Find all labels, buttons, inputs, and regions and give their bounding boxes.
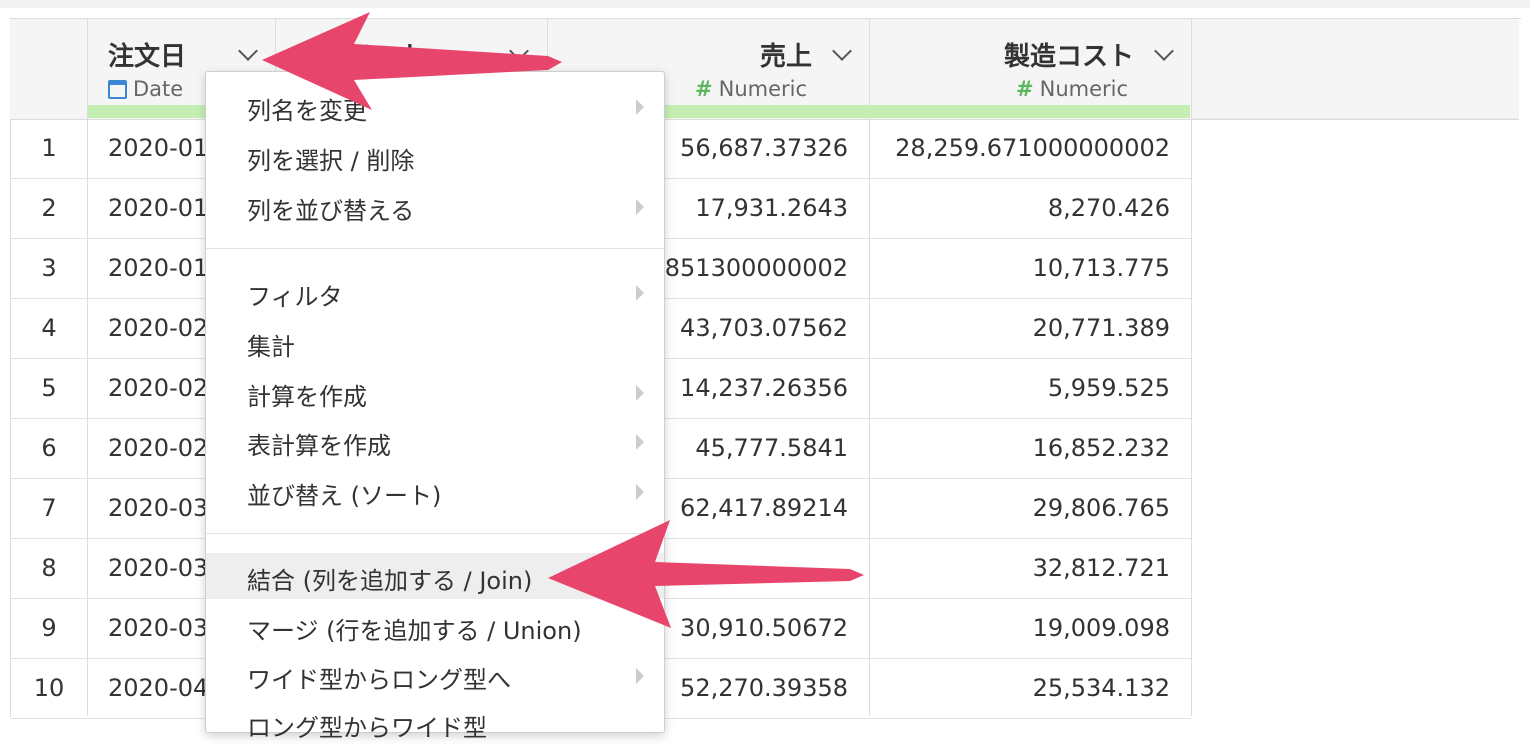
submenu-arrow-icon (636, 99, 644, 115)
menu-item-wide-to-long[interactable]: ワイド型からロング型へ (206, 652, 664, 698)
column-divider (87, 19, 88, 716)
row-number[interactable]: 5 (11, 374, 87, 402)
menu-item-sort[interactable]: 並び替え (ソート) (206, 468, 664, 514)
column-divider (869, 19, 870, 716)
menu-separator (206, 533, 664, 534)
submenu-arrow-icon (636, 199, 644, 215)
cell-cost[interactable]: 19,009.098 (880, 614, 1170, 642)
column-type: Date (108, 77, 183, 101)
row-number[interactable]: 1 (11, 134, 87, 162)
top-strip (0, 0, 1530, 8)
column-name: セグメント (296, 42, 427, 72)
submenu-arrow-icon (636, 434, 644, 450)
cell-order-date[interactable]: 2020-04 (108, 674, 208, 702)
menu-item-join[interactable]: 結合 (列を追加する / Join) (206, 553, 664, 599)
cell-cost[interactable]: 29,806.765 (880, 494, 1170, 522)
cell-order-date[interactable]: 2020-03 (108, 494, 208, 522)
menu-item-long-to-wide[interactable]: ロング型からワイド型 (206, 700, 664, 746)
numeric-icon: # (695, 77, 713, 101)
cell-cost[interactable]: 16,852.232 (880, 434, 1170, 462)
row-number[interactable]: 4 (11, 314, 87, 342)
row-number[interactable]: 2 (11, 194, 87, 222)
column-divider (1191, 19, 1192, 716)
submenu-arrow-icon (636, 484, 644, 500)
cell-cost[interactable]: 20,771.389 (880, 314, 1170, 342)
submenu-arrow-icon (636, 668, 644, 684)
cell-cost[interactable]: 5,959.525 (880, 374, 1170, 402)
cell-order-date[interactable]: 2020-01 (108, 134, 208, 162)
numeric-icon: # (1016, 77, 1034, 101)
cell-cost[interactable]: 32,812.721 (880, 554, 1170, 582)
header-bottom-border (1191, 118, 1519, 119)
column-name: 製造コスト (1003, 42, 1134, 72)
submenu-arrow-icon (636, 285, 644, 301)
row-number[interactable]: 3 (11, 254, 87, 282)
column-type: # Numeric (1016, 77, 1129, 101)
menu-item-create-table-calculation[interactable]: 表計算を作成 (206, 418, 664, 464)
cell-order-date[interactable]: 2020-03 (108, 554, 208, 582)
menu-item-aggregate[interactable]: 集計 (206, 319, 664, 365)
row-number[interactable]: 7 (11, 494, 87, 522)
menu-item-create-calculation[interactable]: 計算を作成 (206, 369, 664, 415)
cell-order-date[interactable]: 2020-02 (108, 374, 208, 402)
row-number[interactable]: 10 (11, 674, 87, 702)
cell-cost[interactable]: 25,534.132 (880, 674, 1170, 702)
cell-order-date[interactable]: 2020-02 (108, 314, 208, 342)
cell-order-date[interactable]: 2020-03 (108, 614, 208, 642)
menu-item-select-delete[interactable]: 列を選択 / 削除 (206, 133, 664, 179)
menu-item-reorder-columns[interactable]: 列を並び替える (206, 183, 664, 229)
cell-cost[interactable]: 10,713.775 (880, 254, 1170, 282)
cell-order-date[interactable]: 2020-02 (108, 434, 208, 462)
cell-order-date[interactable]: 2020-01 (108, 254, 208, 282)
menu-separator (206, 248, 664, 249)
row-number[interactable]: 6 (11, 434, 87, 462)
column-context-menu: 列名を変更 列を選択 / 削除 列を並び替える フィルタ 集計 計算を作成 表計… (205, 71, 665, 742)
column-name: 注文日 (108, 42, 187, 72)
menu-item-rename-column[interactable]: 列名を変更 (206, 83, 664, 129)
cell-order-date[interactable]: 2020-01 (108, 194, 208, 222)
submenu-arrow-icon (636, 385, 644, 401)
menu-item-filter[interactable]: フィルタ (206, 269, 664, 315)
cell-cost[interactable]: 28,259.671000000002 (880, 134, 1170, 162)
row-number[interactable]: 9 (11, 614, 87, 642)
row-number[interactable]: 8 (11, 554, 87, 582)
column-type: # Numeric (695, 77, 808, 101)
calendar-icon (108, 80, 127, 99)
column-name: 売上 (759, 42, 812, 72)
cell-cost[interactable]: 8,270.426 (880, 194, 1170, 222)
menu-item-merge-union[interactable]: マージ (行を追加する / Union) (206, 603, 664, 649)
